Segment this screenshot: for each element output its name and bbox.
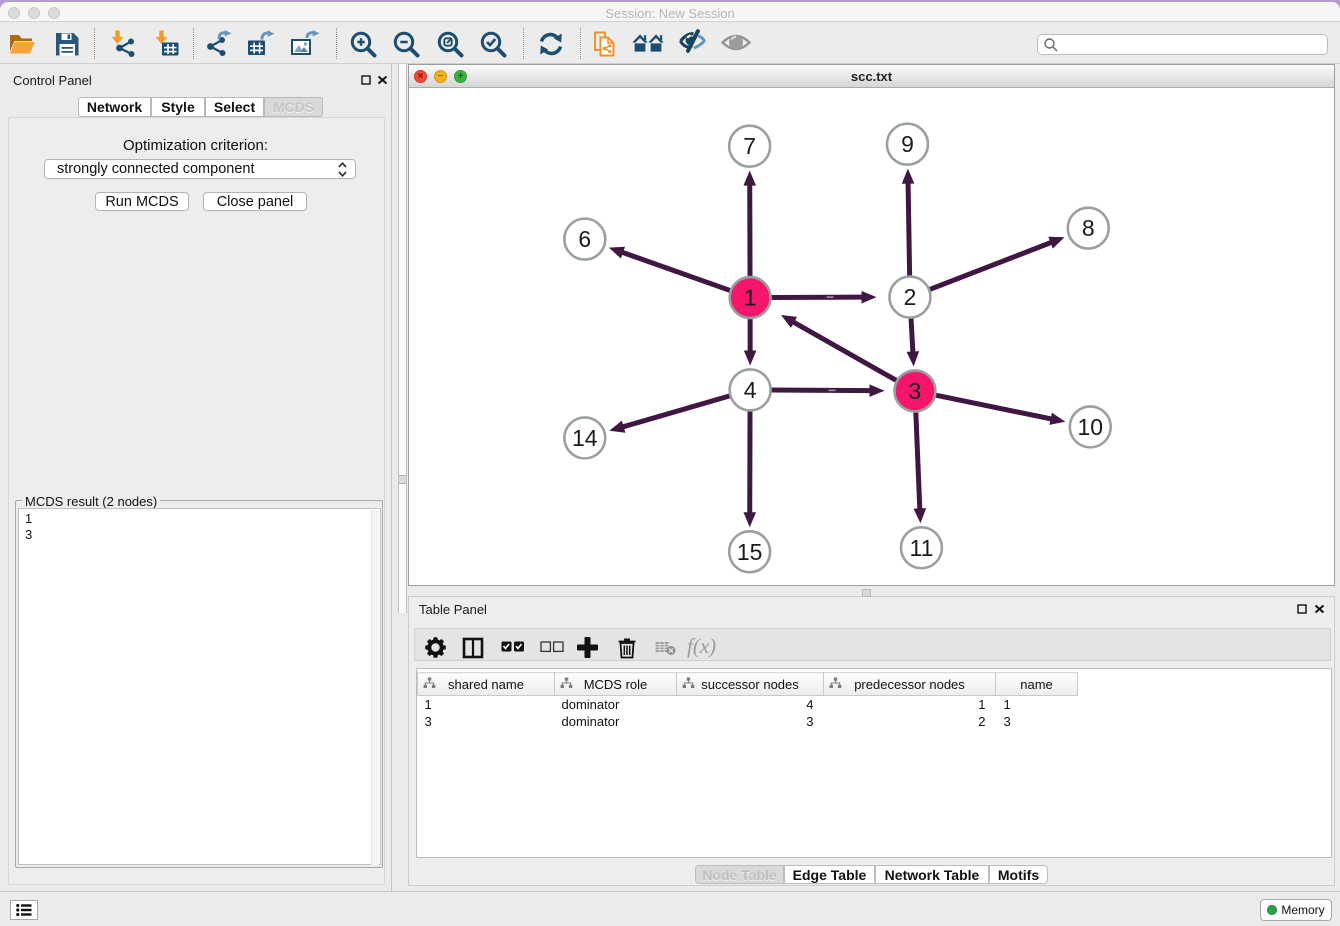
svg-text:7: 7 (743, 133, 756, 159)
svg-text:15: 15 (737, 539, 763, 565)
svg-text:1: 1 (744, 285, 757, 311)
svg-text:9: 9 (901, 131, 914, 157)
svg-text:2: 2 (904, 284, 917, 310)
svg-text:4: 4 (744, 377, 757, 403)
svg-text:10: 10 (1077, 414, 1103, 440)
svg-text:3: 3 (909, 378, 922, 404)
svg-text:6: 6 (578, 226, 591, 252)
svg-text:8: 8 (1082, 215, 1095, 241)
svg-text:14: 14 (572, 425, 598, 451)
svg-text:11: 11 (910, 535, 934, 561)
